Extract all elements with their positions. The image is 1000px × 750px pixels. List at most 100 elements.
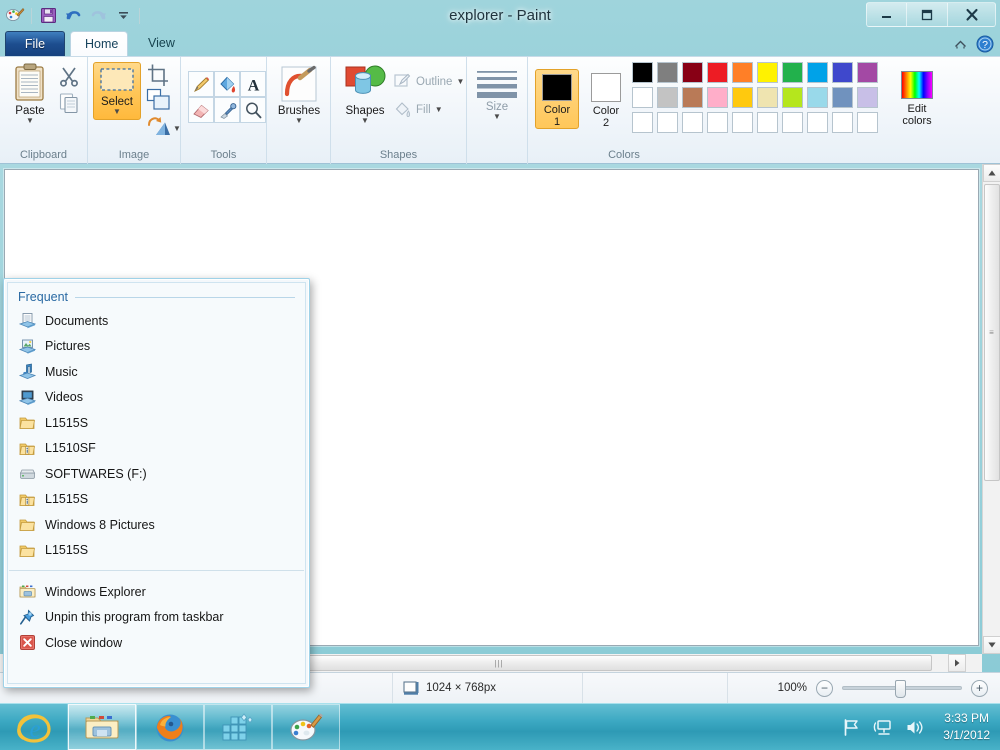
palette-swatch-r1-c2[interactable] bbox=[657, 62, 678, 83]
palette-swatch-r3-c3[interactable] bbox=[682, 112, 703, 133]
jump-list-item[interactable]: L1515S bbox=[8, 538, 305, 564]
tools-grid[interactable]: A bbox=[188, 71, 266, 123]
network-icon[interactable] bbox=[873, 718, 893, 737]
jump-list-item[interactable]: L1510SF bbox=[8, 436, 305, 462]
palette-swatch-r2-c8[interactable] bbox=[807, 87, 828, 108]
palette-swatch-r1-c1[interactable] bbox=[632, 62, 653, 83]
palette-swatch-r1-c6[interactable] bbox=[757, 62, 778, 83]
zoom-slider-knob[interactable] bbox=[895, 680, 906, 698]
zoom-slider[interactable] bbox=[842, 680, 962, 698]
size-dropdown-caret[interactable]: ▼ bbox=[493, 113, 501, 121]
minimize-ribbon-icon[interactable] bbox=[953, 37, 968, 52]
palette-swatch-r2-c3[interactable] bbox=[682, 87, 703, 108]
jump-list-item[interactable]: Unpin this program from taskbar bbox=[8, 605, 305, 631]
color-palette[interactable] bbox=[632, 62, 880, 135]
taskbar-item-paint[interactable] bbox=[272, 704, 340, 750]
tab-view[interactable]: View bbox=[134, 31, 184, 56]
palette-swatch-r3-c4[interactable] bbox=[707, 112, 728, 133]
vertical-scrollbar-thumb[interactable]: ≡ bbox=[984, 184, 1000, 481]
palette-swatch-r2-c5[interactable] bbox=[732, 87, 753, 108]
magnifier-tool-icon[interactable] bbox=[240, 97, 266, 123]
jump-list-item[interactable]: L1515S bbox=[8, 487, 305, 513]
scroll-right-arrow-icon[interactable] bbox=[948, 654, 966, 672]
redo-button[interactable] bbox=[87, 5, 109, 27]
palette-swatch-r3-c7[interactable] bbox=[782, 112, 803, 133]
palette-swatch-r1-c4[interactable] bbox=[707, 62, 728, 83]
brushes-dropdown-caret[interactable]: ▼ bbox=[295, 117, 303, 125]
maximize-restore-button[interactable] bbox=[907, 2, 948, 27]
copy-button[interactable] bbox=[58, 92, 80, 114]
text-tool-icon[interactable]: A bbox=[240, 71, 266, 97]
window-controls[interactable] bbox=[866, 2, 996, 27]
palette-swatch-r1-c3[interactable] bbox=[682, 62, 703, 83]
minimize-button[interactable] bbox=[866, 2, 907, 27]
size-button[interactable]: Size ▼ bbox=[473, 69, 521, 121]
scroll-down-arrow-icon[interactable] bbox=[983, 636, 1000, 654]
jump-list-item[interactable]: Windows 8 Pictures bbox=[8, 512, 305, 538]
eraser-tool-icon[interactable] bbox=[188, 97, 214, 123]
jump-list-item[interactable]: Documents bbox=[8, 308, 305, 334]
palette-swatch-r3-c8[interactable] bbox=[807, 112, 828, 133]
palette-swatch-r1-c5[interactable] bbox=[732, 62, 753, 83]
jump-list-frequent-items[interactable]: Documents Pictures Music Videos L1515S L1510S… bbox=[8, 308, 305, 563]
jump-list-item[interactable]: Close window bbox=[8, 630, 305, 656]
color1-button[interactable]: Color 1 bbox=[535, 69, 579, 129]
ribbon-help-controls[interactable]: ? bbox=[953, 35, 994, 53]
shapes-dropdown-caret[interactable]: ▼ bbox=[361, 117, 369, 125]
edit-colors-button[interactable]: Edit colors bbox=[891, 67, 943, 127]
taskbar-item-app4[interactable] bbox=[204, 704, 272, 750]
select-dropdown-caret[interactable]: ▼ bbox=[113, 108, 121, 116]
palette-swatch-r1-c9[interactable] bbox=[832, 62, 853, 83]
pencil-tool-icon[interactable] bbox=[188, 71, 214, 97]
zoom-controls[interactable]: 100% − + bbox=[778, 679, 1000, 698]
tab-file[interactable]: File bbox=[5, 31, 65, 56]
customize-qat-button[interactable] bbox=[112, 5, 134, 27]
rotate-button[interactable]: ▼ bbox=[146, 113, 181, 137]
outline-button[interactable]: Outline ▼ bbox=[393, 72, 464, 91]
palette-swatch-r1-c7[interactable] bbox=[782, 62, 803, 83]
flag-icon[interactable] bbox=[842, 718, 861, 737]
color2-swatch[interactable] bbox=[591, 73, 621, 102]
jump-list-item[interactable]: Pictures bbox=[8, 334, 305, 360]
jump-list-item[interactable]: L1515S bbox=[8, 410, 305, 436]
paint-app-icon[interactable] bbox=[4, 5, 26, 27]
taskbar-item-internet-explorer[interactable]: e bbox=[0, 704, 68, 750]
color1-swatch[interactable] bbox=[542, 74, 572, 101]
cut-button[interactable] bbox=[58, 65, 80, 87]
outline-dropdown-caret[interactable]: ▼ bbox=[456, 78, 464, 86]
palette-swatch-r2-c7[interactable] bbox=[782, 87, 803, 108]
title-bar[interactable]: explorer - Paint bbox=[0, 0, 1000, 31]
taskbar-item-windows-explorer[interactable] bbox=[68, 704, 136, 750]
ribbon-tab-strip[interactable]: File Home View bbox=[0, 31, 1000, 56]
speaker-icon[interactable] bbox=[905, 718, 925, 737]
jump-list-item[interactable]: Music bbox=[8, 359, 305, 385]
palette-swatch-r2-c2[interactable] bbox=[657, 87, 678, 108]
palette-swatch-r3-c2[interactable] bbox=[657, 112, 678, 133]
undo-button[interactable] bbox=[62, 5, 84, 27]
help-icon[interactable]: ? bbox=[976, 35, 994, 53]
fill-with-color-tool-icon[interactable] bbox=[214, 71, 240, 97]
paste-button[interactable]: Paste ▼ bbox=[6, 63, 54, 125]
palette-swatch-r2-c1[interactable] bbox=[632, 87, 653, 108]
color-picker-tool-icon[interactable] bbox=[214, 97, 240, 123]
palette-swatch-r2-c6[interactable] bbox=[757, 87, 778, 108]
scroll-up-arrow-icon[interactable] bbox=[983, 164, 1000, 182]
zoom-out-button[interactable]: − bbox=[816, 679, 833, 697]
jump-list-item[interactable]: Videos bbox=[8, 385, 305, 411]
shapes-button[interactable]: Shapes ▼ bbox=[339, 63, 391, 125]
palette-swatch-r3-c1[interactable] bbox=[632, 112, 653, 133]
resize-button[interactable] bbox=[146, 88, 171, 112]
taskbar-item-firefox[interactable] bbox=[136, 704, 204, 750]
palette-swatch-r1-c8[interactable] bbox=[807, 62, 828, 83]
paste-dropdown-caret[interactable]: ▼ bbox=[26, 117, 34, 125]
clock[interactable]: 3:33 PM 3/1/2012 bbox=[937, 710, 990, 744]
palette-swatch-r2-c10[interactable] bbox=[857, 87, 878, 108]
fill-button[interactable]: Fill ▼ bbox=[393, 100, 443, 119]
palette-swatch-r3-c6[interactable] bbox=[757, 112, 778, 133]
close-button[interactable] bbox=[948, 2, 996, 27]
select-button[interactable]: Select ▼ bbox=[93, 62, 141, 120]
palette-swatch-r2-c4[interactable] bbox=[707, 87, 728, 108]
jump-list-task-items[interactable]: Windows Explorer Unpin this program from … bbox=[8, 571, 305, 656]
rotate-dropdown-caret[interactable]: ▼ bbox=[173, 125, 181, 133]
save-button[interactable] bbox=[37, 5, 59, 27]
